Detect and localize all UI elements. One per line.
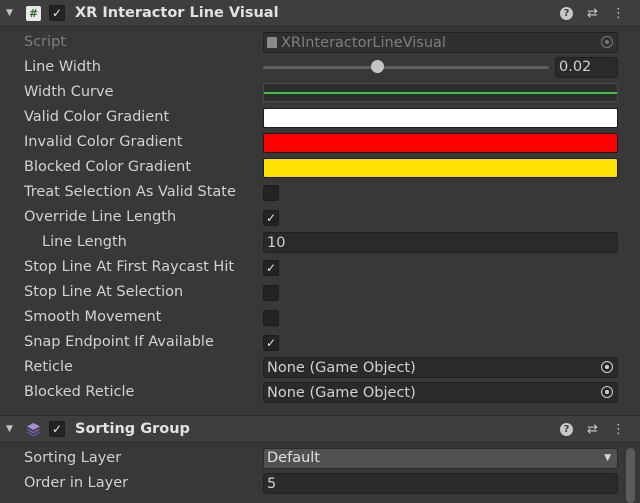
- line-width-row: Line Width 0.02: [0, 55, 620, 80]
- script-value: XRInteractorLineVisual: [281, 34, 446, 51]
- line-width-input[interactable]: 0.02: [555, 57, 618, 78]
- xr-interactor-line-visual-header[interactable]: ▼ # ✓ XR Interactor Line Visual ? ⇄ ⋮: [0, 0, 640, 27]
- stop-selection-row: Stop Line At Selection: [0, 280, 620, 305]
- width-curve-field[interactable]: [263, 83, 618, 102]
- smooth-movement-row: Smooth Movement: [0, 305, 620, 330]
- blocked-gradient-row: Blocked Color Gradient: [0, 155, 620, 180]
- help-icon[interactable]: ?: [559, 422, 574, 437]
- sorting-layer-value: Default: [267, 450, 320, 466]
- override-length-checkbox[interactable]: ✓: [263, 210, 279, 226]
- treat-selection-row: Treat Selection As Valid State: [0, 180, 620, 205]
- treat-selection-checkbox[interactable]: [263, 185, 279, 201]
- stop-raycast-label: Stop Line At First Raycast Hit: [24, 259, 235, 275]
- vertical-scrollbar[interactable]: [626, 448, 635, 503]
- override-length-row: Override Line Length ✓: [0, 205, 620, 230]
- blocked-reticle-row: Blocked Reticle None (Game Object): [0, 380, 620, 405]
- line-width-slider-thumb[interactable]: [371, 60, 385, 73]
- valid-gradient-row: Valid Color Gradient: [0, 105, 620, 130]
- line-length-label: Line Length: [42, 234, 127, 250]
- context-menu-icon[interactable]: ⋮: [611, 6, 626, 21]
- reticle-row: Reticle None (Game Object): [0, 355, 620, 380]
- component-title: XR Interactor Line Visual: [75, 5, 279, 21]
- component-title: Sorting Group: [75, 421, 190, 437]
- dropdown-arrow-icon: ▼: [604, 453, 611, 463]
- blocked-reticle-label: Blocked Reticle: [24, 384, 135, 400]
- script-label: Script: [24, 34, 67, 50]
- component-enabled-checkbox[interactable]: ✓: [49, 5, 65, 21]
- smooth-movement-label: Smooth Movement: [24, 309, 162, 325]
- order-in-layer-input[interactable]: 5: [263, 473, 618, 494]
- blocked-reticle-picker-icon[interactable]: [601, 386, 613, 398]
- reticle-label: Reticle: [24, 359, 73, 375]
- sorting-layer-row: Sorting Layer Default ▼: [0, 446, 620, 471]
- snap-endpoint-label: Snap Endpoint If Available: [24, 334, 214, 350]
- invalid-gradient-label: Invalid Color Gradient: [24, 134, 183, 150]
- treat-selection-label: Treat Selection As Valid State: [24, 184, 236, 200]
- presets-icon[interactable]: ⇄: [585, 6, 600, 21]
- reticle-value: None (Game Object): [267, 359, 416, 376]
- smooth-movement-checkbox[interactable]: [263, 310, 279, 326]
- reticle-field[interactable]: None (Game Object): [263, 357, 618, 378]
- blocked-reticle-field[interactable]: None (Game Object): [263, 382, 618, 403]
- sorting-group-header[interactable]: ▼ ✓ Sorting Group ? ⇄ ⋮: [0, 415, 640, 443]
- reticle-picker-icon[interactable]: [601, 361, 613, 373]
- foldout-arrow-icon[interactable]: ▼: [6, 424, 18, 434]
- snap-endpoint-checkbox[interactable]: ✓: [263, 335, 279, 351]
- foldout-arrow-icon[interactable]: ▼: [6, 8, 18, 18]
- invalid-gradient-field[interactable]: [263, 133, 618, 153]
- layers-icon: [26, 422, 41, 437]
- sorting-layer-dropdown[interactable]: Default ▼: [263, 448, 618, 469]
- script-file-icon: [267, 37, 277, 48]
- line-length-row: Line Length 10: [0, 230, 620, 255]
- valid-gradient-label: Valid Color Gradient: [24, 109, 170, 125]
- stop-raycast-checkbox[interactable]: ✓: [263, 260, 279, 276]
- order-in-layer-row: Order in Layer 5: [0, 471, 620, 496]
- blocked-gradient-field[interactable]: [263, 158, 618, 178]
- line-width-slider-track[interactable]: [263, 66, 549, 69]
- blocked-reticle-value: None (Game Object): [267, 384, 416, 401]
- script-row: Script XRInteractorLineVisual: [0, 30, 620, 55]
- line-length-input[interactable]: 10: [263, 232, 618, 253]
- help-icon[interactable]: ?: [559, 6, 574, 21]
- override-length-label: Override Line Length: [24, 209, 177, 225]
- script-field: XRInteractorLineVisual: [263, 32, 618, 53]
- context-menu-icon[interactable]: ⋮: [611, 422, 626, 437]
- blocked-gradient-label: Blocked Color Gradient: [24, 159, 192, 175]
- curve-line: [264, 92, 617, 94]
- sorting-layer-label: Sorting Layer: [24, 450, 122, 466]
- width-curve-row: Width Curve: [0, 80, 620, 105]
- component-enabled-checkbox[interactable]: ✓: [49, 421, 65, 437]
- snap-endpoint-row: Snap Endpoint If Available ✓: [0, 330, 620, 355]
- valid-gradient-field[interactable]: [263, 108, 618, 128]
- order-in-layer-label: Order in Layer: [24, 475, 129, 491]
- line-width-label: Line Width: [24, 59, 101, 75]
- stop-raycast-row: Stop Line At First Raycast Hit ✓: [0, 255, 620, 280]
- width-curve-label: Width Curve: [24, 84, 114, 100]
- script-component-icon: #: [26, 5, 41, 21]
- stop-selection-checkbox[interactable]: [263, 285, 279, 301]
- stop-selection-label: Stop Line At Selection: [24, 284, 184, 300]
- object-picker-icon: [601, 36, 613, 48]
- presets-icon[interactable]: ⇄: [585, 422, 600, 437]
- invalid-gradient-row: Invalid Color Gradient: [0, 130, 620, 155]
